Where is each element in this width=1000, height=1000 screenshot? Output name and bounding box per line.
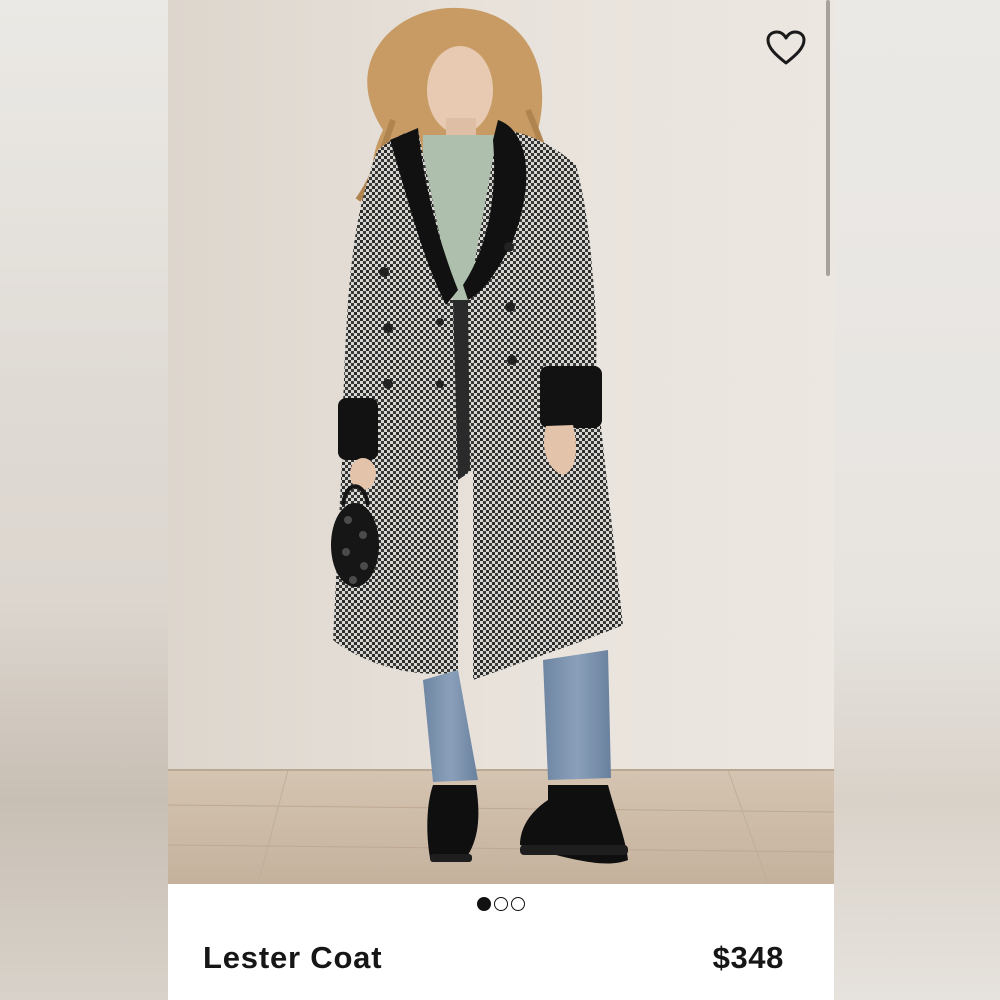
background-blur-right [832,0,1000,1000]
model-wearing-coat-illustration [168,0,834,884]
heart-outline-icon [766,30,806,65]
scrollbar[interactable] [826,0,830,276]
product-card: Lester Coat $348 [168,0,834,1000]
product-price: $348 [712,940,784,975]
carousel-dot-2[interactable] [494,897,508,911]
carousel-dot-3[interactable] [511,897,525,911]
background-blur-left [0,0,168,1000]
image-carousel-indicator [168,897,834,913]
carousel-dot-1[interactable] [477,897,491,911]
product-title: Lester Coat [203,940,383,975]
favorite-button[interactable] [764,26,808,70]
product-photo[interactable] [168,0,834,884]
